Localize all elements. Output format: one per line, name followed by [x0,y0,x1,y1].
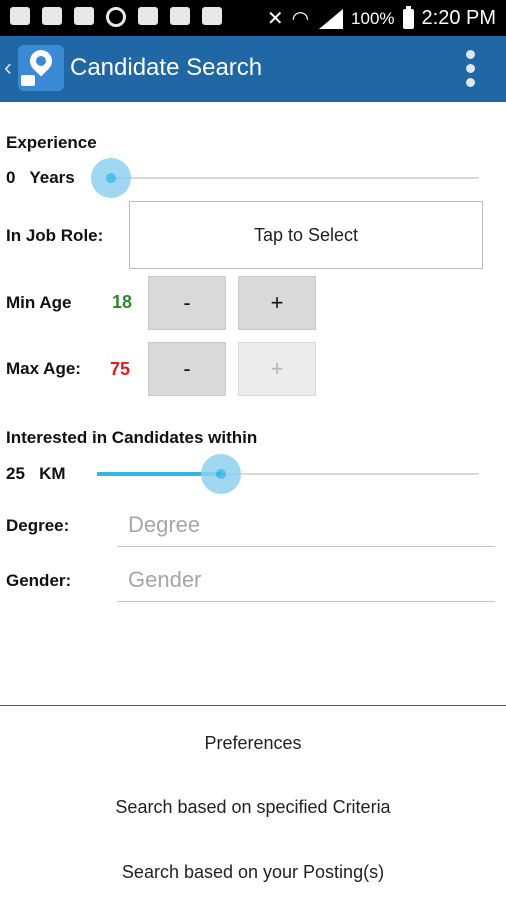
image-icon [74,7,94,25]
experience-label: Experience [6,133,97,152]
mute-icon: ✕ [266,8,284,30]
status-right: ✕ ◠ 100% 2:20 PM [266,5,496,31]
gender-field[interactable] [117,561,495,602]
max-age-value: 75 [110,359,131,379]
experience-slider-thumb[interactable] [91,158,131,198]
radius-number: 25 [6,464,25,483]
app-logo[interactable] [18,45,64,91]
degree-input[interactable] [117,512,488,538]
job-role-label: In Job Role: [6,226,104,245]
page-title: Candidate Search [70,54,263,81]
experience-value: 0 Years [6,168,75,188]
experience-slider-track[interactable] [111,177,479,179]
min-age-decrement-button[interactable]: - [148,276,226,330]
experience-number: 0 [6,168,16,187]
clock: 2:20 PM [421,7,496,29]
experience-slider-knob[interactable] [106,173,116,183]
degree-field[interactable] [117,506,495,547]
back-chevron-icon[interactable]: ‹ [4,54,12,82]
status-bar: ✕ ◠ 100% 2:20 PM [0,0,506,36]
bbm-icon [10,7,30,25]
card-icon [170,7,190,25]
signal-icon [317,8,344,29]
notification-icons [10,7,222,27]
radius-slider-track[interactable] [220,473,479,475]
min-age-label: Min Age [6,293,72,312]
id-card-icon [21,75,35,86]
radius-slider-knob[interactable] [216,469,226,479]
min-age-increment-button[interactable]: + [238,276,316,330]
location-pin-icon [25,45,57,77]
card-icon [202,7,222,25]
min-age-value: 18 [112,292,133,312]
overflow-menu-icon[interactable] [466,50,476,88]
app-bar: ‹ Candidate Search [0,36,506,102]
degree-label: Degree: [6,516,70,535]
gender-input[interactable] [117,567,488,593]
search-criteria-button[interactable]: Search based on specified Criteria [0,797,506,818]
battery-icon [402,5,414,29]
max-age-label: Max Age: [6,359,81,378]
max-age-increment-button[interactable]: + [238,342,316,396]
battery-percent: 100% [351,8,395,28]
radius-value: 25 KM [6,464,66,484]
search-postings-button[interactable]: Search based on your Posting(s) [0,862,506,883]
target-icon [106,7,126,27]
radius-label: Interested in Candidates within [6,428,258,447]
experience-unit: Years [29,168,75,187]
radius-unit: KM [39,464,66,483]
max-age-decrement-button[interactable]: - [148,342,226,396]
preferences-button[interactable]: Preferences [0,733,506,754]
card-icon [138,7,158,25]
divider [0,705,506,706]
wifi-icon: ◠ [291,8,310,30]
figure-icon [42,7,62,25]
radius-slider-thumb[interactable] [201,454,241,494]
job-role-select[interactable]: Tap to Select [129,201,483,269]
gender-label: Gender: [6,571,72,590]
